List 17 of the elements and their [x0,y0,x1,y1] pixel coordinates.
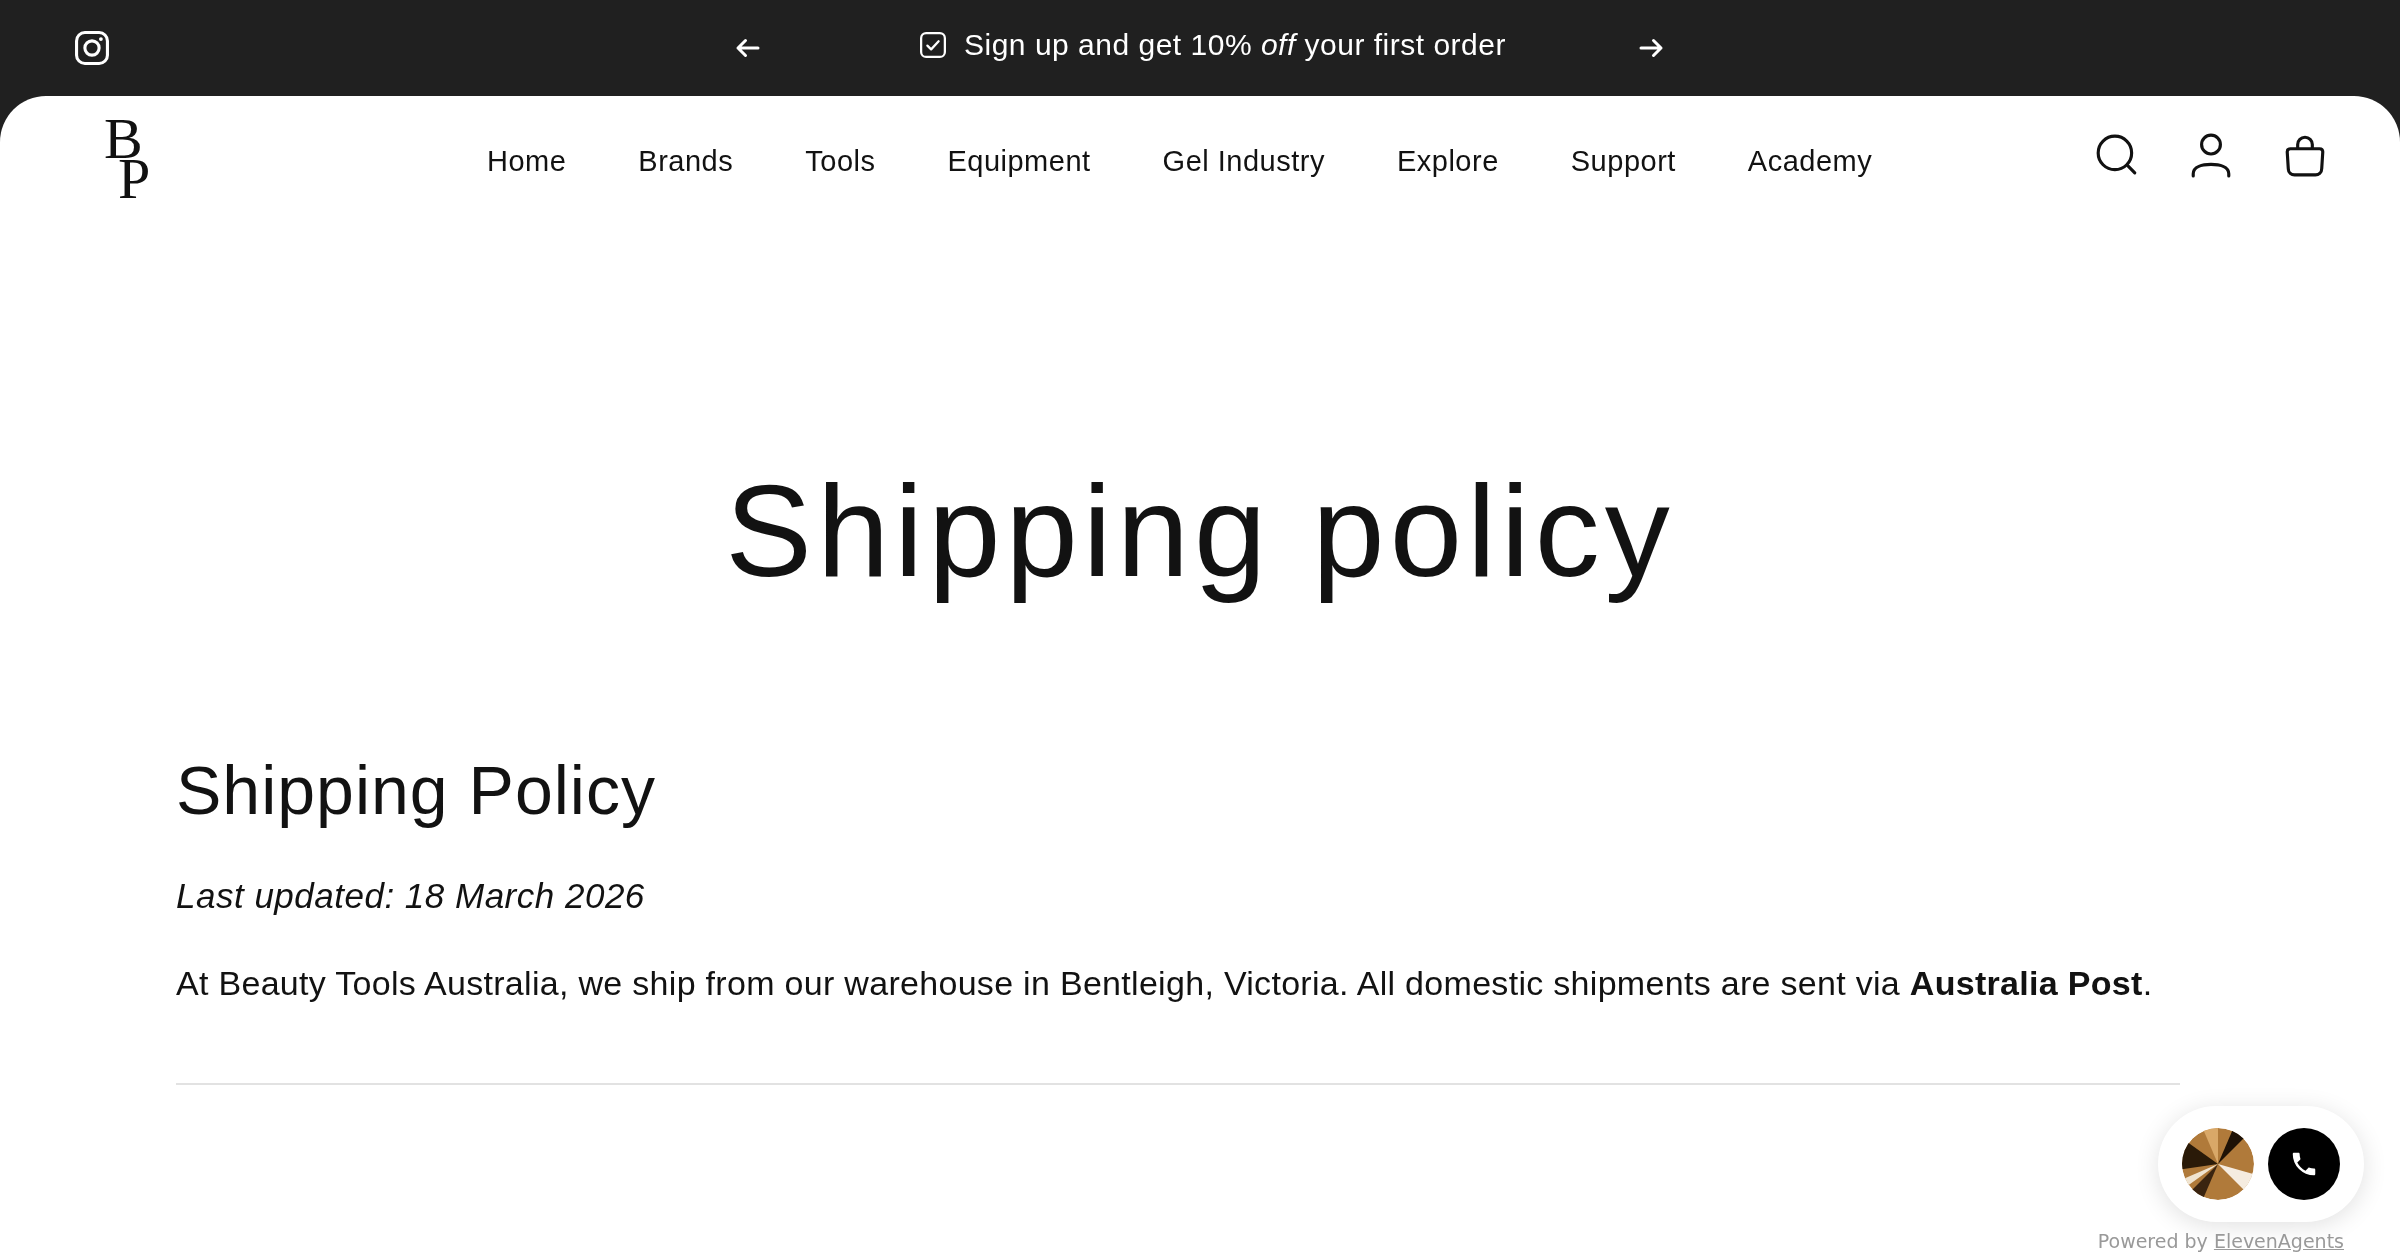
last-updated-text: Last updated: 18 March 2026 [176,876,646,916]
nav-link[interactable]: Explore [1396,144,1499,178]
logo[interactable]: B P [102,116,154,208]
powered-by-text: Powered by [2097,1230,2208,1252]
nav-link[interactable]: Support [1570,144,1676,178]
nav-link[interactable]: Brands [638,144,734,178]
nav-link[interactable]: Home [487,144,567,178]
instagram-icon[interactable] [73,29,111,67]
page-title: Shipping policy [724,466,1676,606]
announcement-text[interactable]: Sign up and get 10% off your first order [964,28,1506,62]
nav-link[interactable]: Gel Industry [1162,144,1325,178]
nav-link[interactable]: Tools [805,144,876,178]
checkbox-icon [918,30,948,60]
intro-paragraph: At Beauty Tools Australia, we ship from our warehouse in Bentleigh, Victoria. All domestic shipments are sent via Australia Post. [176,964,2154,1003]
nav-link[interactable]: Equipment [947,144,1091,178]
avatar-orb-icon[interactable] [2182,1128,2254,1200]
nav-link[interactable]: Academy [1747,144,1873,178]
